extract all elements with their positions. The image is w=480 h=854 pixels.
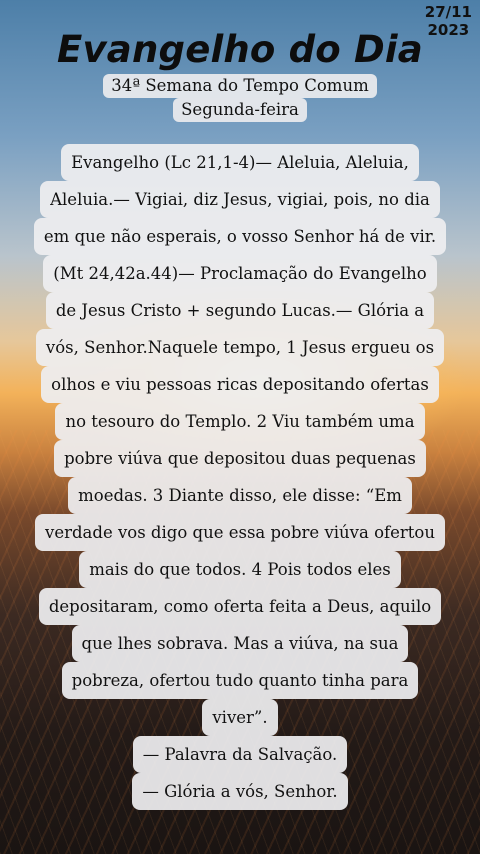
reading-line: pobreza, ofertou tudo quanto tinha para bbox=[61, 662, 419, 699]
reading-line: no tesouro do Templo. 2 Viu também uma bbox=[55, 403, 425, 440]
reading-line: Evangelho (Lc 21,1-4)— Aleluia, Aleluia, bbox=[61, 144, 419, 181]
reading-line: de Jesus Cristo + segundo Lucas.— Glória… bbox=[45, 292, 435, 329]
reading-line: Aleluia.— Vigiai, diz Jesus, vigiai, poi… bbox=[40, 181, 440, 218]
reading-line: depositaram, como oferta feita a Deus, a… bbox=[38, 588, 442, 625]
subtitle: 34ª Semana do Tempo Comum Segunda-feira bbox=[0, 74, 480, 122]
reading-line: viver”. bbox=[202, 699, 278, 736]
reading-line: mais do que todos. 4 Pois todos eles bbox=[79, 551, 401, 588]
closing-response: — Glória a vós, Senhor. bbox=[132, 773, 348, 810]
reading-line: que lhes sobrava. Mas a viúva, na sua bbox=[71, 625, 409, 662]
date-day-month: 27/11 bbox=[424, 3, 472, 21]
subtitle-day: Segunda-feira bbox=[173, 98, 307, 122]
reading-line: vós, Senhor.Naquele tempo, 1 Jesus ergue… bbox=[35, 329, 445, 366]
page-title: Evangelho do Dia bbox=[57, 28, 423, 71]
gospel-reading: Evangelho (Lc 21,1-4)— Aleluia, Aleluia,… bbox=[14, 144, 466, 810]
closing-acclamation: — Palavra da Salvação. bbox=[132, 736, 348, 773]
reading-line: pobre viúva que depositou duas pequenas bbox=[54, 440, 426, 477]
reading-line: em que não esperais, o vosso Senhor há d… bbox=[33, 218, 447, 255]
reading-line: olhos e viu pessoas ricas depositando of… bbox=[41, 366, 439, 403]
subtitle-week: 34ª Semana do Tempo Comum bbox=[103, 74, 377, 98]
reading-line: verdade vos digo que essa pobre viúva of… bbox=[35, 514, 445, 551]
reading-line: moedas. 3 Diante disso, ele disse: “Em bbox=[68, 477, 412, 514]
reading-line: (Mt 24,42a.44)— Proclamação do Evangelho bbox=[43, 255, 437, 292]
